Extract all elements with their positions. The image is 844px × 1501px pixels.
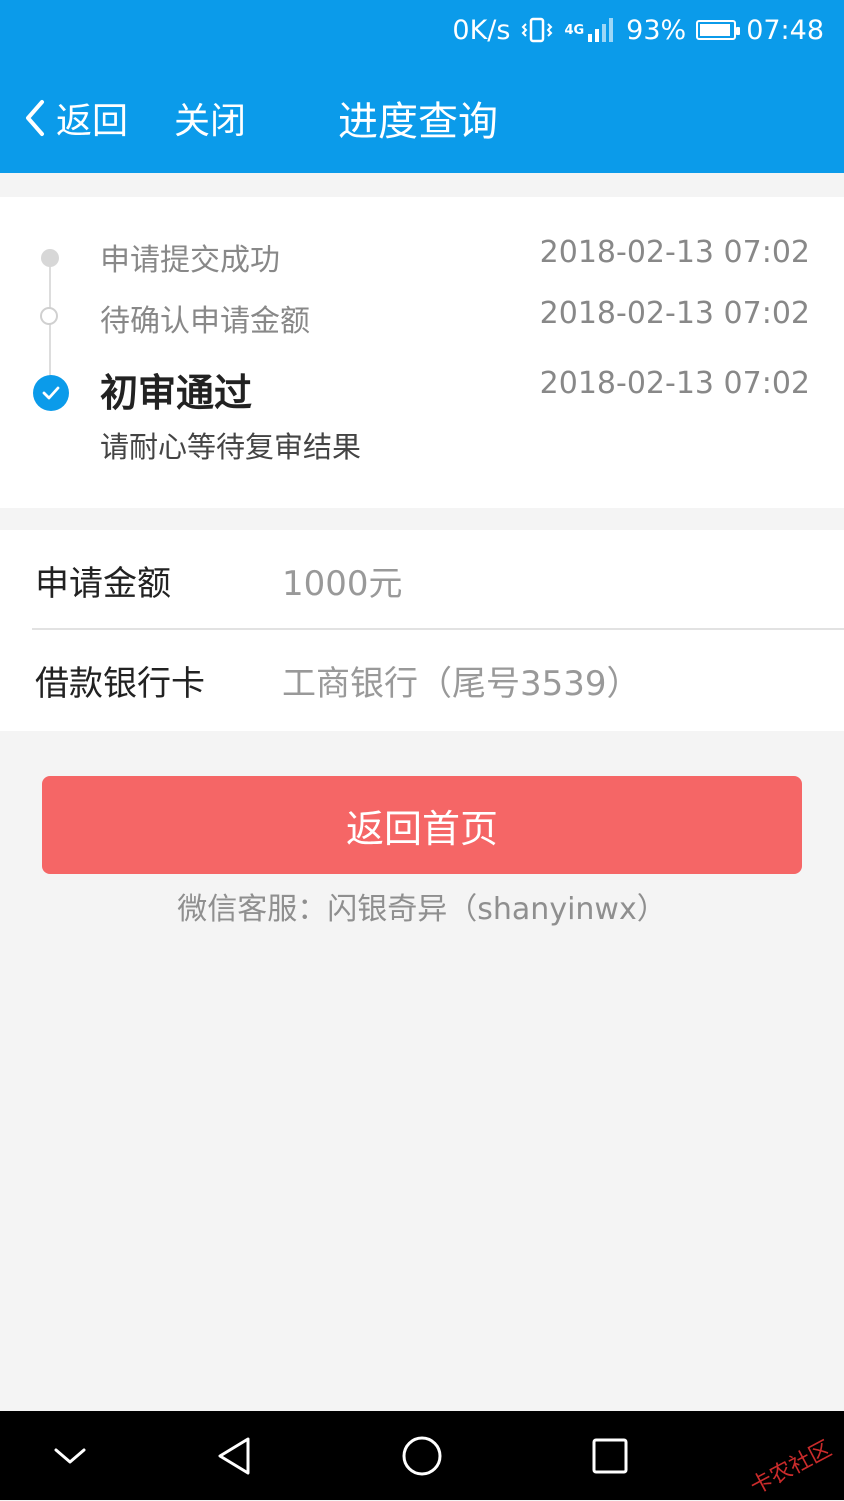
amount-label: 申请金额 bbox=[35, 563, 171, 604]
network-type: 4G bbox=[564, 22, 585, 38]
amount-row: 申请金额 1000元 bbox=[0, 530, 844, 630]
battery-icon bbox=[696, 20, 741, 40]
timeline-step-time: 2018-02-13 07:02 bbox=[539, 296, 810, 331]
recent-apps-icon[interactable] bbox=[565, 1411, 655, 1500]
close-button[interactable]: 关闭 bbox=[174, 78, 246, 158]
close-label: 关闭 bbox=[174, 101, 247, 142]
network-speed: 0K/s bbox=[452, 14, 511, 46]
watermark-logo: 卡农社区 bbox=[746, 1436, 836, 1500]
home-circle-icon[interactable] bbox=[377, 1411, 467, 1500]
timeline-dot-pending bbox=[40, 307, 58, 325]
system-navigation-bar: 卡农社区 bbox=[0, 1411, 844, 1500]
app-header: 0K/s 4G 93% 07:48 返回 关闭 进度查询 bbox=[0, 0, 844, 173]
back-label: 返回 bbox=[56, 101, 129, 142]
timeline-current-label: 初审通过 bbox=[100, 371, 253, 415]
timeline-step-label: 待确认申请金额 bbox=[100, 304, 310, 339]
bank-card-row: 借款银行卡 工商银行（尾号3539） bbox=[0, 630, 844, 730]
timeline-step-time: 2018-02-13 07:02 bbox=[539, 235, 810, 270]
amount-value: 1000元 bbox=[282, 563, 403, 604]
timeline-step-time: 2018-02-13 07:02 bbox=[539, 366, 810, 401]
status-bar: 0K/s 4G 93% 07:48 bbox=[452, 12, 824, 48]
return-home-button[interactable]: 返回首页 bbox=[42, 776, 802, 874]
vibrate-icon bbox=[520, 16, 554, 44]
timeline-step-label: 申请提交成功 bbox=[100, 243, 280, 278]
battery-percent: 93% bbox=[626, 14, 687, 46]
clock: 07:48 bbox=[746, 14, 824, 46]
timeline-dot-done bbox=[41, 249, 59, 267]
wechat-service-text: 微信客服：闪银奇异（shanyinwx） bbox=[177, 892, 667, 927]
chevron-down-icon[interactable] bbox=[25, 1411, 115, 1500]
check-icon bbox=[33, 375, 69, 411]
bank-card-label: 借款银行卡 bbox=[35, 663, 205, 704]
row-divider bbox=[32, 628, 844, 630]
timeline-current-subtitle: 请耐心等待复审结果 bbox=[100, 430, 362, 464]
back-triangle-icon[interactable] bbox=[189, 1411, 279, 1500]
back-button[interactable]: 返回 bbox=[22, 78, 128, 158]
bank-card-value: 工商银行（尾号3539） bbox=[282, 663, 641, 704]
signal-icon: 4G bbox=[564, 16, 616, 44]
page-title: 进度查询 bbox=[338, 99, 498, 145]
loan-info-card: 申请金额 1000元 借款银行卡 工商银行（尾号3539） bbox=[0, 530, 844, 731]
battery-fill bbox=[700, 24, 730, 36]
nav-bar: 返回 关闭 进度查询 bbox=[0, 78, 844, 158]
chevron-left-icon bbox=[26, 100, 44, 136]
